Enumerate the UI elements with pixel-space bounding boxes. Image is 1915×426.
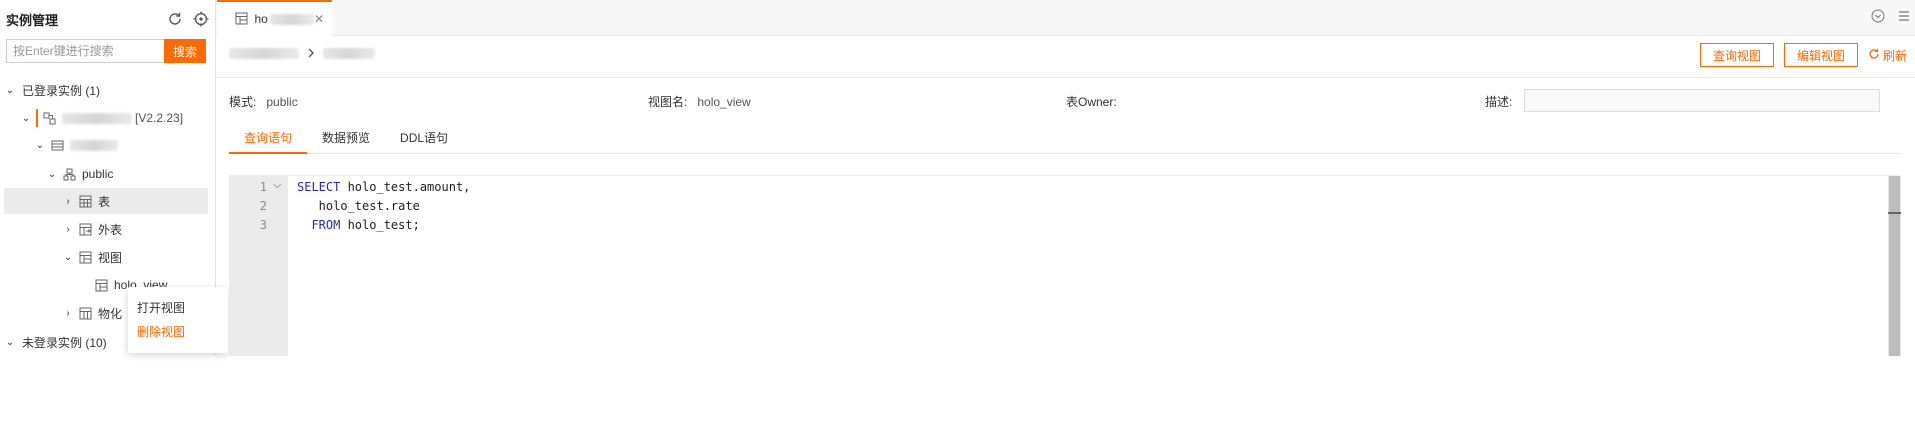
database-icon <box>50 138 64 152</box>
editor-scrollbar[interactable] <box>1888 176 1901 356</box>
line-number: 2 <box>259 199 267 213</box>
query-view-button[interactable]: 查询视图 <box>1699 43 1774 67</box>
line-number: 1 <box>259 180 267 194</box>
breadcrumb <box>229 46 375 61</box>
chevron-right-icon[interactable]: › <box>62 308 74 319</box>
locate-icon[interactable] <box>192 10 210 28</box>
app: 实例管理 搜索 ⌄ 已登录实例 (1) ⌄ <box>0 0 1915 426</box>
breadcrumb-part-redacted <box>323 48 375 59</box>
delete-view-menu-item[interactable]: 删除视图 <box>137 323 185 340</box>
scrollbar-thumb[interactable] <box>1889 176 1900 356</box>
chevron-down-icon[interactable]: ⌄ <box>20 113 32 124</box>
chevron-down-circle-icon[interactable] <box>1871 9 1885 26</box>
foreign-tables-label: 外表 <box>98 222 123 237</box>
table-icon <box>78 194 92 208</box>
chevron-down-icon[interactable]: ⌄ <box>46 169 58 180</box>
schema-key: 模式: <box>229 95 257 109</box>
tree-instance[interactable]: ⌄ [V2.2.23] <box>20 105 230 131</box>
sidebar-header: 实例管理 <box>6 8 210 30</box>
chevron-right-icon <box>307 46 315 61</box>
description-field[interactable] <box>1524 89 1880 112</box>
view-name-value: holo_view <box>697 95 751 109</box>
views-label: 视图 <box>98 250 123 265</box>
refresh-icon <box>1868 48 1880 63</box>
meta-owner: 表Owner: <box>1066 93 1117 110</box>
code-keyword: FROM <box>297 218 341 232</box>
database-name-redacted <box>70 139 118 151</box>
code-line: FROM holo_test; <box>297 218 420 232</box>
refresh-label: 刷新 <box>1882 48 1907 63</box>
breadcrumb-part-redacted <box>229 48 299 59</box>
tab-query-statement[interactable]: 查询语句 <box>229 126 308 154</box>
fold-chevron-icon[interactable]: ⌵ <box>273 179 281 192</box>
menu-icon[interactable] <box>1897 9 1911 26</box>
tab-data-preview[interactable]: 数据预览 <box>307 126 385 154</box>
chevron-down-icon[interactable]: ⌄ <box>4 85 16 96</box>
chevron-right-icon[interactable]: › <box>62 196 74 207</box>
foreign-table-icon <box>78 222 92 236</box>
tab-active[interactable]: ho ✕ <box>217 0 332 36</box>
line-number: 3 <box>259 218 267 232</box>
view-icon <box>78 250 92 264</box>
tab-label: ho <box>254 12 268 26</box>
view-actions: 查询视图 编辑视图 刷新 <box>1699 43 1907 67</box>
close-icon[interactable]: ✕ <box>314 12 324 26</box>
meta-view-name: 视图名: holo_view <box>648 93 751 110</box>
tree-logged-in[interactable]: ⌄ 已登录实例 (1) <box>4 77 214 103</box>
search-input[interactable] <box>6 39 164 63</box>
owner-key: 表Owner: <box>1066 95 1117 109</box>
instance-icon <box>42 111 56 125</box>
code-line: SELECT holo_test.amount, <box>297 180 470 194</box>
schema-icon <box>62 167 76 181</box>
context-menu: 打开视图 删除视图 <box>128 287 228 353</box>
refresh-icon[interactable] <box>166 10 184 28</box>
instance-version: [V2.2.23] <box>135 111 184 125</box>
meta-schema: 模式: public <box>229 93 298 110</box>
code-text: holo_test.rate <box>297 199 420 213</box>
tabbar-tools <box>1871 9 1911 26</box>
materialized-view-icon <box>78 306 92 320</box>
edit-view-button[interactable]: 编辑视图 <box>1783 43 1858 67</box>
chevron-down-icon[interactable]: ⌄ <box>34 140 46 151</box>
sidebar-search: 搜索 <box>6 39 206 63</box>
tree-logged-in-label: 已登录实例 (1) <box>22 83 101 98</box>
tree-not-logged-in-label: 未登录实例 (10) <box>22 335 107 350</box>
header-divider <box>216 77 1915 78</box>
description-key: 描述: <box>1485 95 1513 109</box>
code-keyword: SELECT <box>297 180 341 194</box>
tab-ddl-statement[interactable]: DDL语句 <box>385 126 463 154</box>
view-icon <box>94 278 108 292</box>
open-view-menu-item[interactable]: 打开视图 <box>137 299 185 316</box>
code-line: holo_test.rate <box>297 199 420 213</box>
instance-name-redacted <box>62 112 132 124</box>
tree-database[interactable]: ⌄ <box>34 132 244 158</box>
meta-description: 描述: <box>1485 93 1512 110</box>
refresh-button[interactable]: 刷新 <box>1868 47 1907 64</box>
tables-label: 表 <box>98 194 111 209</box>
code-editor[interactable]: 1 ⌵ SELECT holo_test.amount, 2 holo_test… <box>229 175 1901 356</box>
schema-label: public <box>82 167 114 181</box>
instance-marker <box>36 109 38 127</box>
search-button[interactable]: 搜索 <box>164 39 206 63</box>
content-tabs: 查询语句 数据预览 DDL语句 <box>229 126 1901 154</box>
scrollbar-marker <box>1888 212 1901 214</box>
view-name-key: 视图名: <box>648 95 688 109</box>
chevron-down-icon[interactable]: ⌄ <box>62 252 74 263</box>
code-text: holo_test.amount, <box>340 180 471 194</box>
chevron-right-icon[interactable]: › <box>62 224 74 235</box>
tab-label-redacted <box>269 13 314 25</box>
materialized-label: 物化 <box>98 306 123 321</box>
code-text: holo_test; <box>340 218 420 232</box>
tree-tables[interactable]: › 表 <box>4 188 208 214</box>
tab-bar: ho ✕ <box>216 0 1915 36</box>
schema-value: public <box>266 95 298 109</box>
chevron-down-icon[interactable]: ⌄ <box>4 337 16 348</box>
tree-schema-public[interactable]: ⌄ public <box>46 161 256 187</box>
view-icon <box>235 12 248 26</box>
sidebar-title: 实例管理 <box>6 12 59 28</box>
